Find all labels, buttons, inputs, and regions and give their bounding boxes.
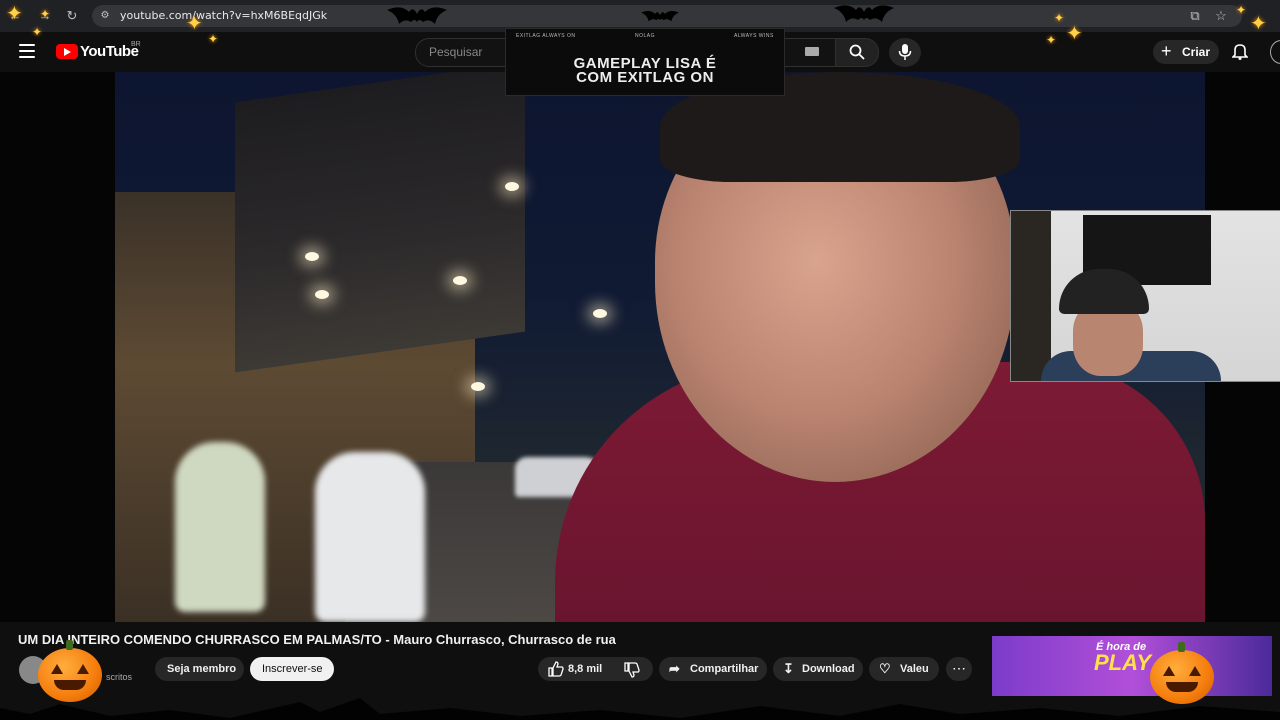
youtube-logo-text: YouTube xyxy=(80,43,139,60)
more-options-button[interactable]: ⋯ xyxy=(946,657,972,681)
street-light xyxy=(593,309,607,318)
bat-icon xyxy=(834,5,894,22)
join-member-button[interactable]: Seja membro xyxy=(155,657,244,681)
streamer-facecam xyxy=(1010,210,1280,382)
side-ad-thumbnail[interactable]: É hora de PLAY xyxy=(992,636,1272,696)
search-icon xyxy=(849,44,865,60)
sparkle-star-icon: ✦ xyxy=(6,3,23,25)
reload-icon[interactable]: ↻ xyxy=(63,7,81,25)
sparkle-star-icon: ✦ xyxy=(208,32,219,46)
subscribe-button[interactable]: Inscrever-se xyxy=(250,657,334,681)
facecam-shelf xyxy=(1011,211,1051,381)
create-button[interactable]: + Criar xyxy=(1153,40,1219,64)
ad-small-text: ALWAYS WINS xyxy=(734,33,774,39)
notifications-bell-icon[interactable] xyxy=(1232,42,1248,60)
sparkle-star-icon: ✦ xyxy=(40,7,51,21)
thanks-button[interactable]: ♡ Valeu xyxy=(869,657,939,681)
sparkle-star-icon: ✦ xyxy=(1046,33,1057,47)
sparkle-star-icon: ✦ xyxy=(1250,13,1267,35)
video-player[interactable] xyxy=(0,72,1280,622)
download-icon: ↧ xyxy=(783,661,794,676)
heart-dollar-icon: ♡ xyxy=(879,661,891,676)
seated-person xyxy=(175,442,265,612)
seated-person xyxy=(315,452,425,622)
bat-icon xyxy=(641,11,679,22)
search-placeholder: Pesquisar xyxy=(429,45,483,59)
ad-headline-2: COM EXITLAG ON xyxy=(576,69,714,86)
sparkle-star-icon: ✦ xyxy=(1054,11,1065,25)
sparkle-star-icon: ✦ xyxy=(186,13,203,35)
like-button[interactable]: 8,8 mil xyxy=(538,657,653,681)
thumbs-up-icon xyxy=(548,661,564,677)
sparkle-star-icon: ✦ xyxy=(1236,3,1247,17)
street-light xyxy=(505,182,519,191)
voice-search-button[interactable] xyxy=(889,38,921,67)
install-app-icon[interactable]: ⧉ xyxy=(1186,7,1204,25)
like-count: 8,8 mil xyxy=(568,663,603,675)
bookmark-star-icon[interactable]: ☆ xyxy=(1212,7,1230,25)
thanks-label: Valeu xyxy=(900,663,929,675)
more-dots-icon: ⋯ xyxy=(952,660,966,676)
menu-icon[interactable] xyxy=(19,44,35,58)
side-ad-headline: PLAY xyxy=(1094,650,1152,675)
ad-small-text: NOLAG xyxy=(635,33,656,39)
region-code: BR xyxy=(131,41,141,48)
search-button[interactable] xyxy=(835,38,879,67)
thumbs-down-icon[interactable] xyxy=(624,662,640,678)
sparkle-star-icon: ✦ xyxy=(32,25,43,39)
street-light xyxy=(315,290,329,299)
share-arrow-icon: ➦ xyxy=(669,661,680,676)
street-light xyxy=(453,276,467,285)
keyboard-icon[interactable] xyxy=(805,47,819,56)
street-light xyxy=(471,382,485,391)
overlay-ad-banner: EXITLAG ALWAYS ON NOLAG ALWAYS WINS GAME… xyxy=(505,28,785,96)
sparkle-star-icon: ✦ xyxy=(1066,23,1083,45)
download-label: Download xyxy=(802,663,855,675)
share-label: Compartilhar xyxy=(690,663,759,675)
youtube-play-icon xyxy=(56,44,78,59)
plus-icon: + xyxy=(1161,41,1172,61)
microphone-icon xyxy=(898,44,912,60)
join-member-label: Seja membro xyxy=(167,663,237,675)
ad-small-text: EXITLAG ALWAYS ON xyxy=(516,33,576,39)
create-label: Criar xyxy=(1182,45,1211,59)
canopy-scene xyxy=(235,72,525,373)
site-info-icon[interactable]: ⚙ xyxy=(96,7,114,25)
download-button[interactable]: ↧ Download xyxy=(773,657,863,681)
share-button[interactable]: ➦ Compartilhar xyxy=(659,657,767,681)
zombie-hands-decoration xyxy=(0,698,1280,720)
subscriber-count: scritos xyxy=(106,672,133,682)
street-light xyxy=(305,252,319,261)
subscribe-label: Inscrever-se xyxy=(262,663,323,675)
video-title: UM DIA INTEIRO COMENDO CHURRASCO EM PALM… xyxy=(18,632,616,647)
url-text: youtube.com/watch?v=hxM6BEqdJGk xyxy=(120,9,328,22)
bat-icon xyxy=(387,7,447,24)
